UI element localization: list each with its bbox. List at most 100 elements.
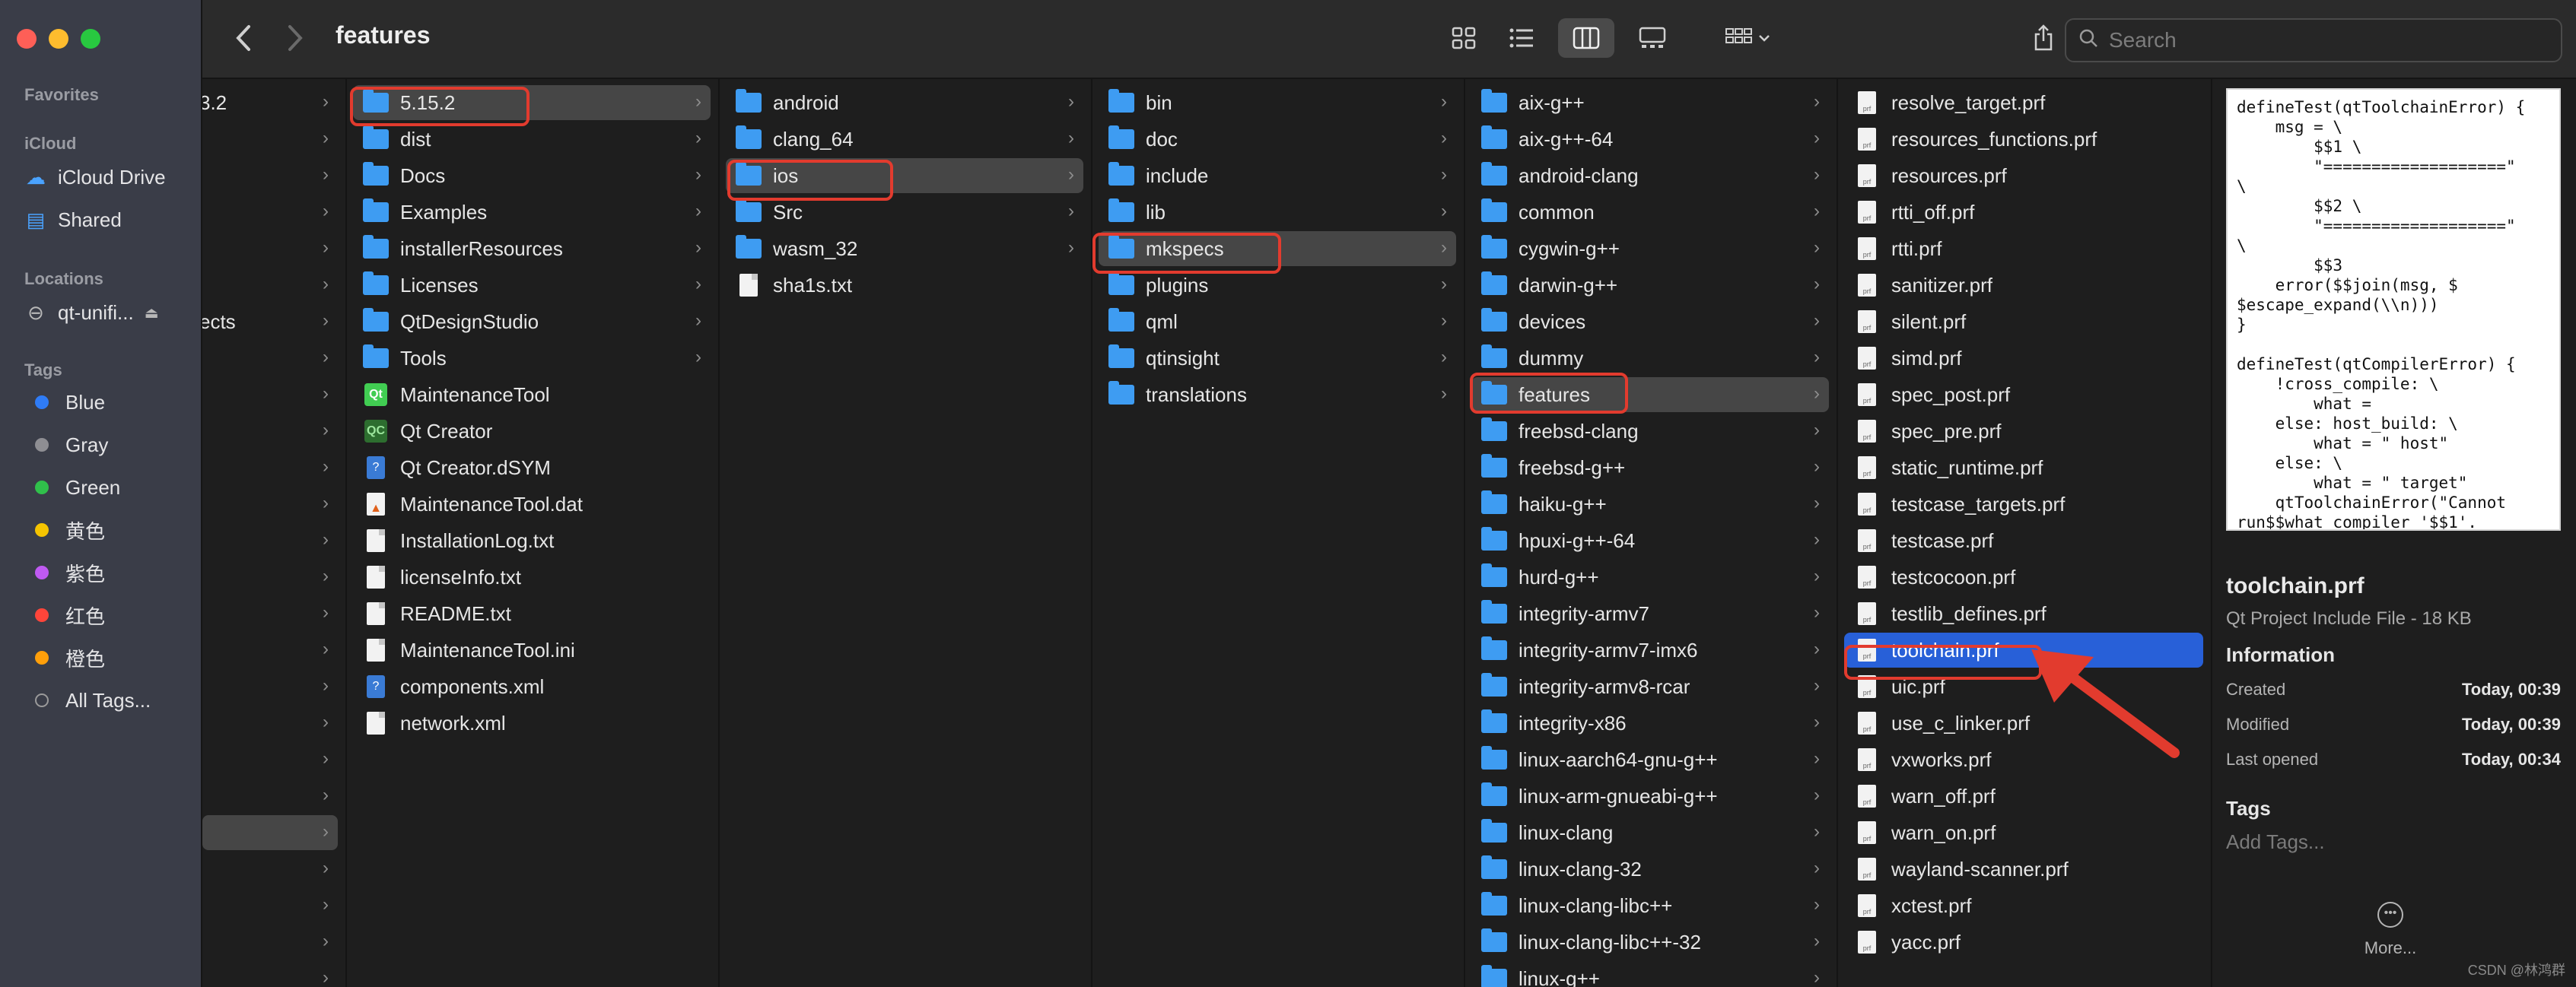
list-item[interactable]: bin › [1099, 85, 1456, 120]
list-view-button[interactable] [1500, 18, 1543, 58]
list-item[interactable]: › [202, 560, 338, 595]
column-features[interactable]: prfresolve_config.prfprf resolve_target.p… [1838, 79, 2212, 987]
list-item[interactable]: 5.15.2 › [353, 85, 711, 120]
list-item[interactable]: darwin-g++ › [1471, 268, 1829, 303]
list-item[interactable]: ? Qt Creator.dSYM [353, 450, 711, 485]
list-item[interactable]: ? components.xml [353, 669, 711, 704]
sidebar-tag-blue[interactable]: Blue [24, 383, 105, 421]
list-item[interactable]: qtinsight › [1099, 341, 1456, 376]
list-item[interactable]: prf resources.prf [1844, 158, 2203, 193]
sidebar-tag-purple[interactable]: 紫色 [24, 554, 105, 592]
list-item[interactable]: › [202, 888, 338, 923]
column-5-15-2[interactable]: android › clang_64 › ios › Src › wasm_32 › sha1s.t… [720, 79, 1092, 987]
sidebar-tag-gray[interactable]: Gray [24, 426, 108, 464]
list-item[interactable]: prf testlib_defines.prf [1844, 596, 2203, 631]
list-item[interactable]: include › [1099, 158, 1456, 193]
list-item[interactable]: › [202, 122, 338, 157]
list-item[interactable]: sha1s.txt [726, 268, 1083, 303]
list-item[interactable]: devices › [1471, 304, 1829, 339]
list-item[interactable]: common › [1471, 195, 1829, 230]
list-item[interactable]: Src › [726, 195, 1083, 230]
list-item[interactable]: integrity-armv7-imx6 › [1471, 633, 1829, 668]
list-item[interactable]: plugins › [1099, 268, 1456, 303]
list-item[interactable]: Tools › [353, 341, 711, 376]
list-item[interactable]: Licenses › [353, 268, 711, 303]
list-item[interactable]: linux-aarch64-gnu-g++ › [1471, 742, 1829, 777]
list-item[interactable]: prf yacc.prf [1844, 925, 2203, 960]
sidebar-tag-green[interactable]: Green [24, 468, 120, 506]
list-item[interactable]: linux-g++ › [1471, 961, 1829, 987]
list-item[interactable]: prf static_runtime.prf [1844, 450, 2203, 485]
list-item[interactable]: › [202, 961, 338, 987]
list-item[interactable]: InstallationLog.txt [353, 523, 711, 558]
sidebar-tag-orange[interactable]: 橙色 [24, 639, 105, 677]
list-item[interactable]: › [202, 450, 338, 485]
list-item[interactable]: doc › [1099, 122, 1456, 157]
sidebar-tag-red[interactable]: 红色 [24, 596, 105, 634]
list-item[interactable]: linux-clang-32 › [1471, 852, 1829, 887]
list-item[interactable]: ects › [202, 304, 338, 339]
column-qt-root[interactable]: 5.15.2 › dist › Docs › Examples › installerResou… [347, 79, 720, 987]
list-item[interactable]: haiku-g++ › [1471, 487, 1829, 522]
list-item[interactable]: aix-g++-64 › [1471, 122, 1829, 157]
maximize-window-button[interactable] [81, 29, 100, 49]
close-window-button[interactable] [17, 29, 37, 49]
gallery-view-button[interactable] [1631, 18, 1674, 58]
list-item[interactable]: cygwin-g++ › [1471, 231, 1829, 266]
list-item[interactable]: mkspecs › [1099, 231, 1456, 266]
list-item[interactable]: prf spec_pre.prf [1844, 414, 2203, 449]
list-item[interactable]: › [202, 596, 338, 631]
list-item[interactable]: › [202, 815, 338, 850]
list-item[interactable]: › [202, 706, 338, 741]
list-item[interactable]: prf silent.prf [1844, 304, 2203, 339]
list-item[interactable]: linux-clang-libc++-32 › [1471, 925, 1829, 960]
list-item[interactable]: freebsd-clang › [1471, 414, 1829, 449]
list-item[interactable]: hurd-g++ › [1471, 560, 1829, 595]
list-item[interactable]: prf rtti_off.prf [1844, 195, 2203, 230]
list-item[interactable]: dummy › [1471, 341, 1829, 376]
list-item[interactable]: README.txt [353, 596, 711, 631]
list-item[interactable]: prf warn_on.prf [1844, 815, 2203, 850]
search-field[interactable] [2065, 18, 2562, 62]
list-item[interactable]: › [202, 852, 338, 887]
column-mkspecs[interactable]: aix-g++ › aix-g++-64 › android-clang › common ›… [1465, 79, 1838, 987]
list-item[interactable]: › [202, 633, 338, 668]
list-item[interactable]: › [202, 158, 338, 193]
sidebar-all-tags[interactable]: All Tags... [24, 681, 151, 719]
list-item[interactable]: freebsd-g++ › [1471, 450, 1829, 485]
list-item[interactable]: MaintenanceTool.ini [353, 633, 711, 668]
list-item[interactable]: ▲ MaintenanceTool.dat [353, 487, 711, 522]
list-item[interactable]: android › [726, 85, 1083, 120]
list-item[interactable]: › [202, 669, 338, 704]
list-item[interactable]: prf warn_off.prf [1844, 779, 2203, 814]
list-item[interactable]: linux-arm-gnueabi-g++ › [1471, 779, 1829, 814]
list-item[interactable]: prf testcase.prf [1844, 523, 2203, 558]
list-item[interactable]: › [202, 268, 338, 303]
search-input[interactable] [2107, 27, 2536, 53]
list-item[interactable]: prf resolve_target.prf [1844, 85, 2203, 120]
list-item[interactable]: prf sanitizer.prf [1844, 268, 2203, 303]
sidebar-item-icloud-drive[interactable]: ☁ iCloud Drive [24, 158, 166, 196]
list-item[interactable]: prf wayland-scanner.prf [1844, 852, 2203, 887]
forward-button[interactable] [280, 18, 310, 58]
list-item[interactable]: licenseInfo.txt [353, 560, 711, 595]
list-item[interactable]: QC Qt Creator [353, 414, 711, 449]
list-item[interactable]: ios › [726, 158, 1083, 193]
list-item[interactable]: prfresolve_config.prf [1844, 79, 2203, 84]
sidebar-item-qt-unifi[interactable]: ⊖ qt-unifi... ⏏ [24, 294, 159, 332]
list-item[interactable]: Examples › [353, 195, 711, 230]
list-item[interactable]: › [202, 231, 338, 266]
column-0[interactable]: 3.2 › › › › › › ects › › › › › › › › › › › › › › › › › › › [202, 79, 347, 987]
list-item[interactable]: › [202, 195, 338, 230]
list-item[interactable]: › [202, 523, 338, 558]
list-item[interactable]: prf testcase_targets.prf [1844, 487, 2203, 522]
minimize-window-button[interactable] [49, 29, 68, 49]
list-item[interactable]: integrity-armv8-rcar › [1471, 669, 1829, 704]
list-item[interactable]: hpuxi-g++-64 › [1471, 523, 1829, 558]
back-button[interactable] [228, 18, 259, 58]
list-item[interactable]: aix-g++ › [1471, 85, 1829, 120]
list-item[interactable]: installerResources › [353, 231, 711, 266]
list-item[interactable]: android-clang › [1471, 158, 1829, 193]
list-item[interactable]: prf testcocoon.prf [1844, 560, 2203, 595]
list-item[interactable]: features › [1471, 377, 1829, 412]
